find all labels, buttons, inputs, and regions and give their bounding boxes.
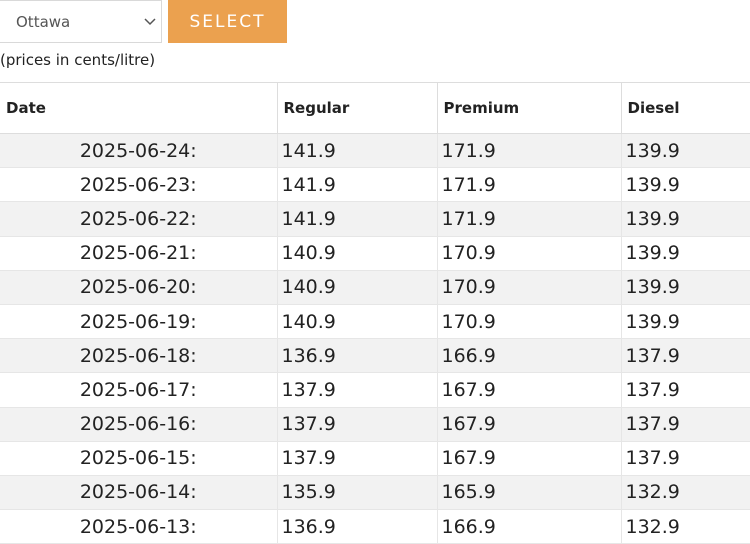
cell-premium: 170.9 xyxy=(437,236,622,271)
table-row: 2025-06-23: 141.9 171.9 139.9 xyxy=(0,167,750,203)
cell-regular: 140.9 xyxy=(277,270,438,305)
cell-diesel: 139.9 xyxy=(621,201,750,237)
table-row: 2025-06-18: 136.9 166.9 137.9 xyxy=(0,338,750,374)
cell-date: 2025-06-13: xyxy=(0,509,278,544)
cell-diesel: 132.9 xyxy=(621,509,750,544)
table-row: 2025-06-15: 137.9 167.9 137.9 xyxy=(0,441,750,476)
cell-date: 2025-06-18: xyxy=(0,338,278,374)
header-date: Date xyxy=(0,82,278,134)
cell-date: 2025-06-22: xyxy=(0,201,278,237)
cell-regular: 141.9 xyxy=(277,201,438,237)
cell-date: 2025-06-19: xyxy=(0,304,278,340)
cell-diesel: 139.9 xyxy=(621,167,750,203)
cell-diesel: 137.9 xyxy=(621,338,750,374)
cell-premium: 166.9 xyxy=(437,338,622,374)
cell-premium: 171.9 xyxy=(437,133,622,169)
table-header-row: Date Regular Premium Diesel xyxy=(0,82,750,134)
cell-regular: 136.9 xyxy=(277,338,438,374)
cell-diesel: 139.9 xyxy=(621,133,750,169)
cell-diesel: 139.9 xyxy=(621,304,750,340)
cell-premium: 167.9 xyxy=(437,441,622,476)
cell-diesel: 132.9 xyxy=(621,475,750,511)
cell-diesel: 137.9 xyxy=(621,441,750,476)
cell-diesel: 139.9 xyxy=(621,236,750,271)
city-select[interactable]: Ottawa xyxy=(0,0,162,43)
table-row: 2025-06-21: 140.9 170.9 139.9 xyxy=(0,236,750,271)
table-row: 2025-06-16: 137.9 167.9 137.9 xyxy=(0,407,750,442)
cell-regular: 140.9 xyxy=(277,236,438,271)
header-diesel: Diesel xyxy=(621,82,750,134)
table-row: 2025-06-19: 140.9 170.9 139.9 xyxy=(0,304,750,340)
header-regular: Regular xyxy=(277,82,438,134)
table-row: 2025-06-13: 136.9 166.9 132.9 xyxy=(0,509,750,544)
select-button[interactable]: SELECT xyxy=(168,0,287,43)
prices-table-wrap: Date Regular Premium Diesel 2025-06-24: 1… xyxy=(0,82,750,544)
prices-table: Date Regular Premium Diesel 2025-06-24: 1… xyxy=(0,82,750,544)
toolbar: Ottawa SELECT xyxy=(0,0,750,43)
cell-diesel: 137.9 xyxy=(621,372,750,408)
cell-date: 2025-06-14: xyxy=(0,475,278,511)
header-premium: Premium xyxy=(437,82,622,134)
cell-date: 2025-06-20: xyxy=(0,270,278,305)
cell-regular: 140.9 xyxy=(277,304,438,340)
table-row: 2025-06-14: 135.9 165.9 132.9 xyxy=(0,475,750,511)
table-row: 2025-06-22: 141.9 171.9 139.9 xyxy=(0,201,750,237)
cell-date: 2025-06-15: xyxy=(0,441,278,476)
cell-premium: 167.9 xyxy=(437,407,622,442)
chevron-down-icon xyxy=(144,18,156,26)
city-select-value: Ottawa xyxy=(16,13,71,31)
cell-regular: 137.9 xyxy=(277,441,438,476)
cell-regular: 137.9 xyxy=(277,407,438,442)
price-unit-note: (prices in cents/litre) xyxy=(0,51,156,69)
cell-premium: 171.9 xyxy=(437,201,622,237)
cell-regular: 141.9 xyxy=(277,167,438,203)
cell-premium: 170.9 xyxy=(437,304,622,340)
cell-regular: 135.9 xyxy=(277,475,438,511)
table-row: 2025-06-17: 137.9 167.9 137.9 xyxy=(0,372,750,408)
cell-premium: 166.9 xyxy=(437,509,622,544)
cell-regular: 137.9 xyxy=(277,372,438,408)
cell-date: 2025-06-21: xyxy=(0,236,278,271)
cell-premium: 170.9 xyxy=(437,270,622,305)
cell-date: 2025-06-24: xyxy=(0,133,278,169)
cell-date: 2025-06-17: xyxy=(0,372,278,408)
cell-date: 2025-06-23: xyxy=(0,167,278,203)
cell-date: 2025-06-16: xyxy=(0,407,278,442)
cell-diesel: 137.9 xyxy=(621,407,750,442)
cell-premium: 167.9 xyxy=(437,372,622,408)
cell-regular: 136.9 xyxy=(277,509,438,544)
cell-regular: 141.9 xyxy=(277,133,438,169)
table-row: 2025-06-24: 141.9 171.9 139.9 xyxy=(0,133,750,169)
table-row: 2025-06-20: 140.9 170.9 139.9 xyxy=(0,270,750,305)
cell-premium: 171.9 xyxy=(437,167,622,203)
cell-diesel: 139.9 xyxy=(621,270,750,305)
cell-premium: 165.9 xyxy=(437,475,622,511)
